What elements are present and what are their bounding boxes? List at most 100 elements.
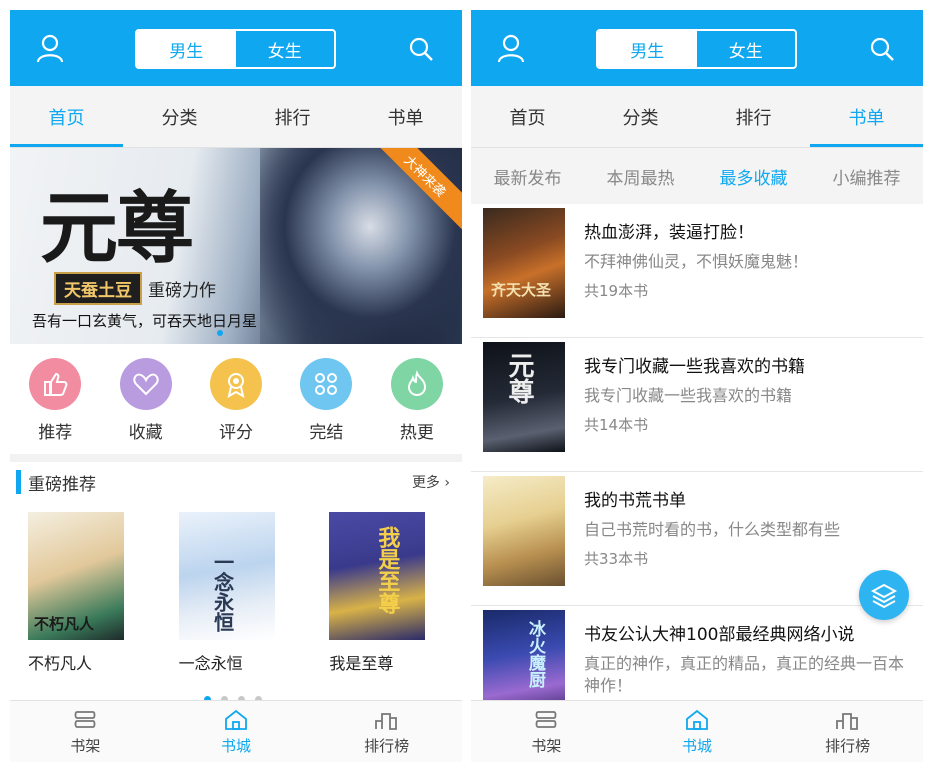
nav-bookshelf[interactable]: 书架 <box>471 701 622 762</box>
podium-icon <box>835 713 858 730</box>
quick-label: 完结 <box>309 423 344 443</box>
book-cover: 一念永恒 <box>178 512 275 640</box>
tab-booklist[interactable]: 书单 <box>349 86 462 147</box>
bottom-nav: 书架 书城 排行榜 <box>10 700 462 762</box>
gender-toggle: 男生 女生 <box>135 29 336 69</box>
search-icon[interactable] <box>406 34 436 64</box>
booklist-cover <box>483 476 565 586</box>
booklist-subtabs: 最新发布 本周最热 最多收藏 小编推荐 <box>471 148 923 204</box>
gender-toggle: 男生 女生 <box>596 29 797 69</box>
top-bar: 男生 女生 <box>10 10 462 86</box>
featured-books: 不朽凡人 不朽凡人 一念永恒 一念永恒 我是至尊 我是至尊 <box>10 512 462 674</box>
nav-label: 书架 <box>531 737 562 755</box>
bookshelf-icon <box>74 711 96 728</box>
layers-icon <box>870 583 898 609</box>
subtab-weekly-hot[interactable]: 本周最热 <box>584 148 697 204</box>
booklist-desc: 自己书荒时看的书，什么类型都有些 <box>584 520 841 539</box>
booklist-item[interactable]: 元尊 我专门收藏一些我喜欢的书籍 我专门收藏一些我喜欢的书籍 共14本书 <box>471 338 923 472</box>
quick-label: 评分 <box>219 423 254 443</box>
featured-section: 重磅推荐 更多 › 不朽凡人 不朽凡人 一念永恒 一念永恒 我是至尊 我是至尊 <box>10 462 462 703</box>
home-icon <box>686 709 708 730</box>
quick-label: 推荐 <box>38 423 73 443</box>
tab-ranking[interactable]: 排行 <box>697 86 810 147</box>
tab-ranking[interactable]: 排行 <box>236 86 349 147</box>
cover-title: 我是至尊 <box>374 526 401 614</box>
bookshelf-icon <box>535 711 557 728</box>
tab-category[interactable]: 分类 <box>123 86 236 147</box>
tab-home[interactable]: 首页 <box>10 86 123 147</box>
quick-hot-updates[interactable]: 热更 <box>372 344 462 454</box>
booklist-cover: 元尊 <box>483 342 565 452</box>
cover-title: 元尊 <box>504 352 534 404</box>
user-icon[interactable] <box>34 32 66 64</box>
booklist-title: 热血澎湃，装逼打脸！ <box>584 223 754 243</box>
subtab-most-favorited[interactable]: 最多收藏 <box>697 148 810 204</box>
banner-author-sub: 重磅力作 <box>148 281 216 301</box>
grid-icon <box>300 358 353 410</box>
booklist-title: 我的书荒书单 <box>584 491 686 511</box>
book-cover: 不朽凡人 <box>28 512 124 640</box>
thumbs-up-icon <box>29 358 82 410</box>
podium-icon <box>374 713 397 730</box>
booklist-title: 我专门收藏一些我喜欢的书籍 <box>584 357 805 377</box>
tab-home[interactable]: 首页 <box>471 86 584 147</box>
banner-author: 天蚕土豆 <box>54 272 142 305</box>
more-link[interactable]: 更多 › <box>412 472 450 492</box>
book-title: 一念永恒 <box>178 654 243 673</box>
top-bar: 男生 女生 <box>471 10 923 86</box>
book-card[interactable]: 不朽凡人 不朽凡人 <box>10 512 161 674</box>
book-card[interactable]: 一念永恒 一念永恒 <box>161 512 312 674</box>
booklist-list: 齐天大圣 热血澎湃，装逼打脸！ 不拜神佛仙灵，不惧妖魔鬼魅！ 共19本书 元尊 … <box>471 204 923 700</box>
gender-male-tab[interactable]: 男生 <box>598 31 697 67</box>
booklist-screen: 男生 女生 首页 分类 排行 书单 最新发布 本周最热 最多收藏 小编推荐 齐天… <box>471 10 923 762</box>
subtab-latest[interactable]: 最新发布 <box>471 148 584 204</box>
gender-male-tab[interactable]: 男生 <box>137 31 236 67</box>
chevron-right-icon: › <box>439 475 450 491</box>
flame-icon <box>390 358 443 410</box>
section-title: 重磅推荐 <box>28 475 96 495</box>
main-tabs: 首页 分类 排行 书单 <box>471 86 923 148</box>
user-icon[interactable] <box>495 32 527 64</box>
quick-label: 热更 <box>399 423 434 443</box>
home-icon <box>225 709 247 730</box>
subtab-editor-picks[interactable]: 小编推荐 <box>810 148 923 204</box>
booklist-count: 共14本书 <box>584 416 649 434</box>
booklist-item[interactable]: 冰火魔厨 书友公认大神100部最经典网络小说 真正的神作，真正的精品，真正的经典… <box>471 606 923 700</box>
banner-title: 元尊 <box>40 183 194 274</box>
nav-bookstore[interactable]: 书城 <box>622 701 773 762</box>
booklist-item[interactable]: 齐天大圣 热血澎湃，装逼打脸！ 不拜神佛仙灵，不惧妖魔鬼魅！ 共19本书 <box>471 204 923 338</box>
book-title: 我是至尊 <box>329 654 394 673</box>
gender-female-tab[interactable]: 女生 <box>236 31 335 67</box>
quick-favorites[interactable]: 收藏 <box>100 344 190 454</box>
banner-tagline: 吾有一口玄黄气，可吞天地日月星 <box>32 312 258 330</box>
nav-ranking[interactable]: 排行榜 <box>772 701 923 762</box>
quick-recommend[interactable]: 推荐 <box>10 344 100 454</box>
nav-ranking[interactable]: 排行榜 <box>311 701 462 762</box>
booklist-cover: 冰火魔厨 <box>483 610 565 700</box>
booklist-cover: 齐天大圣 <box>483 208 565 318</box>
banner-indicator <box>217 330 223 336</box>
nav-bookstore[interactable]: 书城 <box>161 701 312 762</box>
layers-fab[interactable] <box>859 570 909 620</box>
booklist-item[interactable]: 我的书荒书单 自己书荒时看的书，什么类型都有些 共33本书 <box>471 472 923 606</box>
nav-label: 书城 <box>682 737 713 755</box>
book-card[interactable]: 我是至尊 我是至尊 <box>311 512 462 674</box>
booklist-desc: 我专门收藏一些我喜欢的书籍 <box>584 386 793 405</box>
nav-bookshelf[interactable]: 书架 <box>10 701 161 762</box>
quick-completed[interactable]: 完结 <box>281 344 371 454</box>
bottom-nav: 书架 书城 排行榜 <box>471 700 923 762</box>
heart-icon <box>119 358 172 410</box>
quick-rating[interactable]: 评分 <box>191 344 281 454</box>
tab-category[interactable]: 分类 <box>584 86 697 147</box>
cover-title: 一念永恒 <box>210 552 235 632</box>
promo-banner[interactable]: 元尊 天蚕土豆 重磅力作 吾有一口玄黄气，可吞天地日月星 大神来袭 <box>10 148 462 344</box>
booklist-desc: 不拜神佛仙灵，不惧妖魔鬼魅！ <box>584 252 809 271</box>
home-screen: 男生 女生 首页 分类 排行 书单 元尊 天蚕土豆 重磅力作 吾有一口玄黄气，可… <box>10 10 462 762</box>
booklist-title: 书友公认大神100部最经典网络小说 <box>584 625 855 645</box>
tab-booklist[interactable]: 书单 <box>810 86 923 147</box>
search-icon[interactable] <box>867 34 897 64</box>
gender-female-tab[interactable]: 女生 <box>697 31 796 67</box>
book-title: 不朽凡人 <box>28 654 93 673</box>
cover-title: 不朽凡人 <box>34 615 95 633</box>
nav-label: 排行榜 <box>825 737 871 755</box>
